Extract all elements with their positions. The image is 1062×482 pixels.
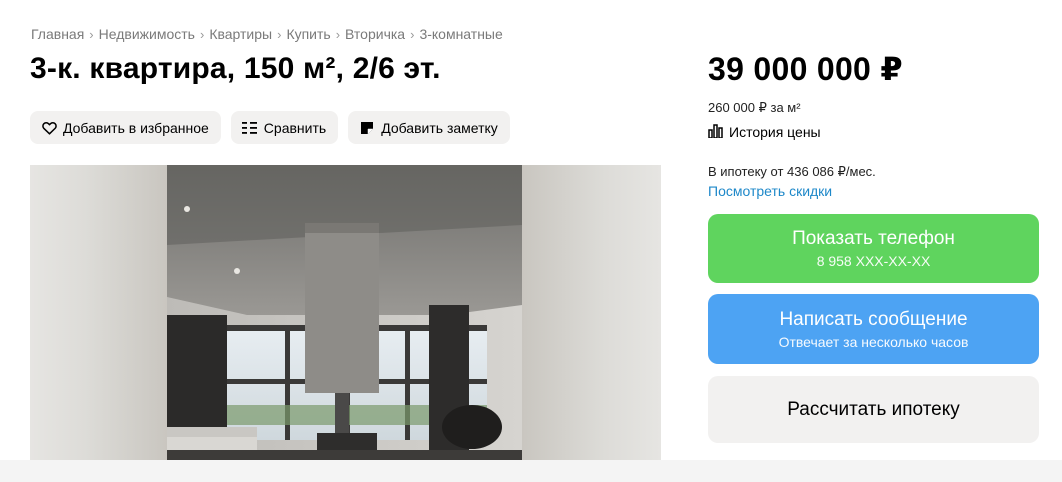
page-title: 3-к. квартира, 150 м², 2/6 эт. xyxy=(30,52,441,85)
show-phone-label: Показать телефон xyxy=(792,228,955,249)
calculate-mortgage-button[interactable]: Рассчитать ипотеку xyxy=(708,376,1039,443)
add-note-button[interactable]: Добавить заметку xyxy=(348,111,510,144)
breadcrumb-separator: › xyxy=(410,26,415,42)
phone-masked: 8 958 XXX-XX-XX xyxy=(816,253,931,269)
heart-icon xyxy=(41,120,57,136)
breadcrumb-item-3-rooms[interactable]: 3-комнатные xyxy=(419,26,502,42)
add-to-favorites-label: Добавить в избранное xyxy=(63,119,209,136)
breadcrumb-separator: › xyxy=(89,26,94,42)
gallery-blur-right xyxy=(522,165,661,460)
breadcrumb-item-home[interactable]: Главная xyxy=(31,26,84,42)
breadcrumb-item-secondary[interactable]: Вторичка xyxy=(345,26,405,42)
note-icon xyxy=(359,120,375,136)
view-discounts-link[interactable]: Посмотреть скидки xyxy=(708,183,832,199)
price-per-meter: 260 000 ₽ за м² xyxy=(708,100,801,115)
apartment-interior-image xyxy=(167,165,522,460)
compare-button[interactable]: Сравнить xyxy=(230,111,339,144)
page-bottom-strip xyxy=(0,460,1062,482)
calculate-mortgage-label: Рассчитать ипотеку xyxy=(787,398,960,420)
listing-actions: Добавить в избранное Сравнить Добавить з… xyxy=(30,111,510,144)
compare-icon xyxy=(242,120,258,136)
write-message-button[interactable]: Написать сообщение Отвечает за несколько… xyxy=(708,294,1039,364)
breadcrumb-separator: › xyxy=(335,26,341,42)
main-photo[interactable] xyxy=(167,165,522,460)
write-message-label: Написать сообщение xyxy=(779,308,968,330)
price-history-link[interactable]: История цены xyxy=(708,124,821,140)
breadcrumb: Главная › Недвижимость › Квартиры › Купи… xyxy=(31,26,503,42)
breadcrumb-separator: › xyxy=(199,26,205,42)
photo-gallery[interactable] xyxy=(30,165,661,460)
response-time: Отвечает за несколько часов xyxy=(778,333,969,350)
breadcrumb-separator: › xyxy=(277,26,282,42)
compare-label: Сравнить xyxy=(263,119,327,136)
bar-chart-icon xyxy=(708,124,724,140)
price-history-label: История цены xyxy=(729,124,821,140)
gallery-blur-left xyxy=(30,165,167,460)
mortgage-estimate: В ипотеку от 436 086 ₽/мес. xyxy=(708,164,876,179)
show-phone-button[interactable]: Показать телефон 8 958 XXX-XX-XX xyxy=(708,214,1039,283)
breadcrumb-item-buy[interactable]: Купить xyxy=(286,26,330,42)
breadcrumb-item-realty[interactable]: Недвижимость xyxy=(99,26,195,42)
add-to-favorites-button[interactable]: Добавить в избранное xyxy=(30,111,221,144)
price-total: 39 000 000 ₽ xyxy=(708,51,903,87)
breadcrumb-item-apartments[interactable]: Квартиры xyxy=(209,26,272,42)
add-note-label: Добавить заметку xyxy=(381,119,498,136)
